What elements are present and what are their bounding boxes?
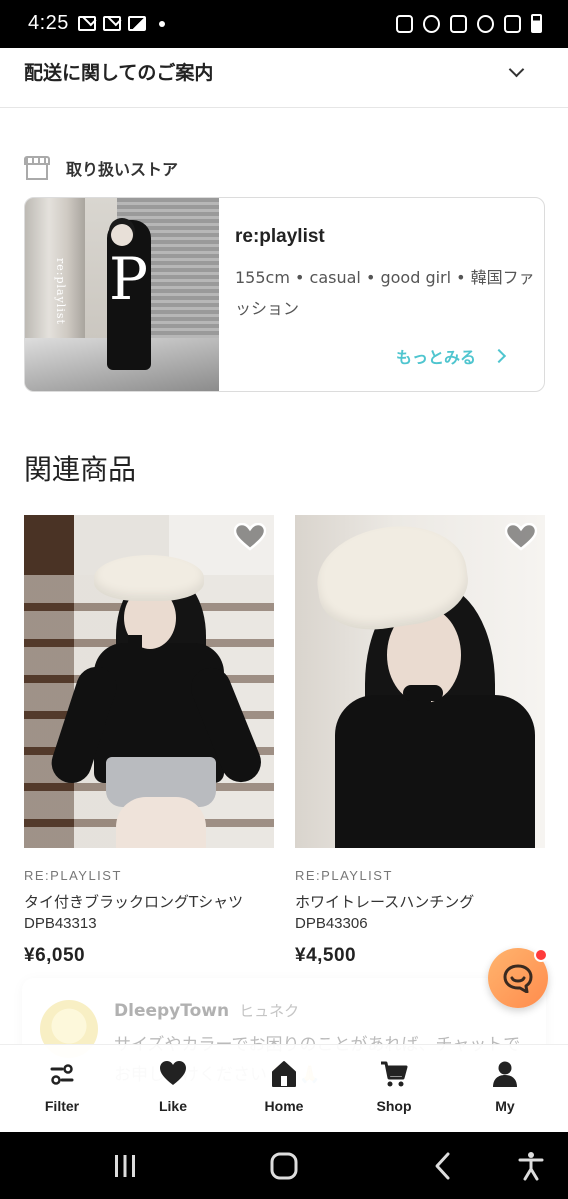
nav-label: Shop xyxy=(376,1098,412,1114)
chat-sender: DleepyTown ヒュネク xyxy=(114,1000,299,1021)
system-nav-bar xyxy=(0,1132,568,1199)
shipping-info-title: 配送に関してのご案内 xyxy=(24,62,214,84)
chat-icon xyxy=(503,964,533,993)
cart-icon xyxy=(381,1061,408,1087)
status-time: 4:25 xyxy=(28,12,69,34)
home-button-icon[interactable] xyxy=(267,1150,301,1182)
bottom-nav: Filter Like Home Shop My xyxy=(0,1044,568,1132)
product-image[interactable] xyxy=(24,515,274,848)
product-price: ¥6,050 xyxy=(24,945,86,966)
chevron-down-icon xyxy=(508,61,525,78)
store-logo-script: re:playlist xyxy=(54,258,67,325)
notification-icons xyxy=(78,16,165,31)
store-description: 155cm • casual • good girl • 韓国ファッション xyxy=(235,268,535,318)
airplane-icon xyxy=(504,14,521,33)
recent-apps-icon[interactable] xyxy=(108,1150,142,1182)
nav-like[interactable]: Like xyxy=(128,1059,218,1125)
chat-notification-badge xyxy=(534,948,548,962)
person-icon xyxy=(493,1061,517,1087)
nav-my[interactable]: My xyxy=(460,1059,550,1125)
accessibility-icon[interactable] xyxy=(514,1150,548,1182)
product-name: タイ付きブラックロングTシャツ xyxy=(24,893,244,911)
wifi-icon xyxy=(477,14,494,33)
recycle-icon xyxy=(396,14,413,33)
chevron-right-icon xyxy=(491,348,507,364)
related-products-title: 関連商品 xyxy=(24,453,137,486)
mail-icon xyxy=(103,16,121,31)
product-code: DPB43306 xyxy=(295,915,368,932)
chat-sender-name: DleepyTown xyxy=(114,1001,230,1021)
mute-icon xyxy=(450,14,467,33)
status-bar: 4:25 xyxy=(0,0,568,48)
home-icon xyxy=(272,1061,296,1087)
product-card[interactable]: RE:PLAYLIST タイ付きブラックロングTシャツ DPB43313 ¥6,… xyxy=(24,515,274,967)
store-more-link[interactable]: もっとみる xyxy=(396,344,507,368)
store-heading-label: 取り扱いストア xyxy=(66,160,179,179)
store-logo-letter: P xyxy=(109,245,149,313)
system-status-icons xyxy=(396,14,542,33)
product-card[interactable]: RE:PLAYLIST ホワイトレースハンチング DPB43306 ¥4,500 xyxy=(295,515,545,967)
product-brand: RE:PLAYLIST xyxy=(295,868,393,883)
product-name: ホワイトレースハンチング xyxy=(295,893,475,911)
product-brand: RE:PLAYLIST xyxy=(24,868,122,883)
shipping-info-accordion[interactable]: 配送に関してのご案内 xyxy=(0,48,568,108)
store-section-heading: 取り扱いストア xyxy=(24,154,178,182)
heart-icon xyxy=(160,1061,186,1085)
more-notifications-dot-icon xyxy=(159,20,165,27)
store-icon xyxy=(24,156,50,180)
mail-icon xyxy=(78,16,96,31)
battery-icon xyxy=(531,14,542,33)
product-image[interactable] xyxy=(295,515,545,848)
image-icon xyxy=(128,16,146,31)
filter-icon xyxy=(50,1064,74,1085)
nav-label: Like xyxy=(158,1098,187,1114)
alarm-icon xyxy=(423,14,440,33)
nav-label: Filter xyxy=(44,1098,80,1114)
nav-home[interactable]: Home xyxy=(239,1059,329,1125)
store-card[interactable]: P re:playlist re:playlist 155cm • casual… xyxy=(24,197,545,392)
like-heart-icon[interactable] xyxy=(505,523,537,551)
store-name: re:playlist xyxy=(235,226,325,247)
store-thumbnail: P re:playlist xyxy=(25,198,219,391)
chat-sender-subname: ヒュネク xyxy=(239,1002,300,1020)
nav-shop[interactable]: Shop xyxy=(349,1059,439,1125)
like-heart-icon[interactable] xyxy=(234,523,266,551)
nav-label: Home xyxy=(264,1098,304,1114)
back-icon[interactable] xyxy=(426,1150,460,1182)
product-code: DPB43313 xyxy=(24,915,97,932)
nav-label: My xyxy=(495,1098,515,1114)
nav-filter[interactable]: Filter xyxy=(17,1059,107,1125)
store-more-label: もっとみる xyxy=(396,348,477,367)
